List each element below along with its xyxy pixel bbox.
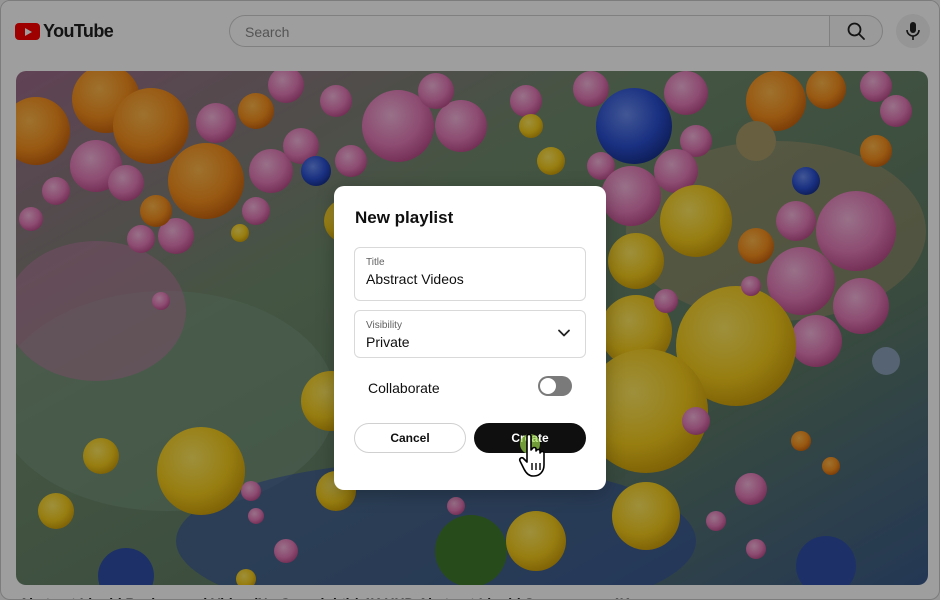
collaborate-toggle[interactable] — [538, 376, 572, 396]
dialog-title: New playlist — [355, 208, 454, 227]
hand-cursor-icon — [518, 433, 545, 477]
chevron-down-icon — [558, 329, 570, 337]
title-field-label: Title — [366, 257, 385, 268]
new-playlist-dialog: New playlist Title Abstract Videos Visib… — [334, 186, 606, 490]
title-field[interactable]: Title Abstract Videos — [354, 247, 586, 301]
collaborate-label: Collaborate — [368, 380, 440, 396]
visibility-select[interactable]: Visibility Private — [354, 310, 586, 358]
visibility-label: Visibility — [366, 320, 402, 331]
title-field-value[interactable]: Abstract Videos — [366, 271, 464, 287]
visibility-value: Private — [366, 334, 410, 350]
toggle-knob — [540, 378, 556, 394]
cancel-button[interactable]: Cancel — [354, 423, 466, 453]
